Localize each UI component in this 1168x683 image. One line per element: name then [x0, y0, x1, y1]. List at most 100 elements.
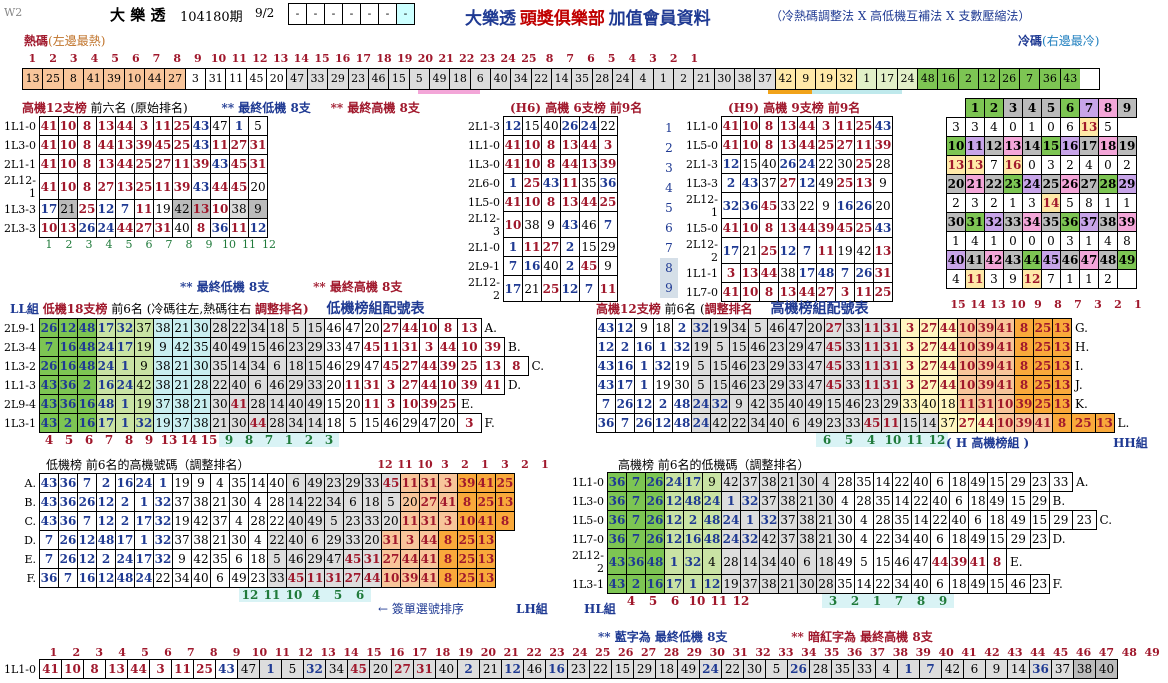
hh-title-main: 高機12支榜 — [596, 302, 661, 316]
hot-cell: 33 — [307, 69, 329, 89]
rank-label: 2 — [49, 52, 57, 65]
hl-colnums: 4 5 6 10 11 12 3 2 1 7 8 9 — [620, 594, 1120, 608]
table-row: 43 12 9 18 2 32 19 34 5 46 47 20 27 33 11 31 3 27 44 10 39 41… — [596, 318, 1138, 338]
table-cell: 32 — [672, 337, 692, 357]
grid-cell: 22 — [984, 174, 1004, 194]
table-cell: 30 — [797, 574, 817, 594]
table-cell: 22 — [267, 511, 287, 531]
table-cell: 11 — [957, 394, 977, 414]
rank-label: 12 — [377, 458, 393, 471]
table-cell: 36 — [607, 472, 627, 492]
table-cell: 18 — [286, 356, 306, 376]
strip-cell: 25 — [193, 659, 216, 679]
strip-cell: 1 — [897, 659, 920, 679]
grid-cell: 29 — [1117, 174, 1137, 194]
rank-label: 35 — [824, 646, 840, 659]
rank-label: 27 — [640, 646, 657, 659]
row-label: 1L3-0 — [571, 494, 604, 508]
strip-cell: 22 — [721, 659, 744, 679]
table-cell: 4 — [210, 473, 230, 493]
row-label: D. — [24, 533, 36, 547]
table-cell: 18 — [938, 394, 958, 414]
table-row: 2L12-3 10 38 9 43 46 7 — [466, 211, 618, 238]
data-table: 1L1-0 36 7 26 24 17 9 42 37 38 21 30 4 28 35 14 22 40 6 18 4… — [570, 472, 1120, 594]
table-cell: 45 — [343, 549, 363, 569]
table-cell: 3 — [419, 337, 439, 357]
hot-cell: 29 — [328, 69, 349, 89]
data-table: 43 12 9 18 2 32 19 34 5 46 47 20 27 33 11 31 3 27 44 10 39 41… — [596, 318, 1138, 433]
table-cell: 1 — [229, 116, 249, 136]
table-cell: 42 — [191, 549, 211, 569]
table-cell: 12 — [797, 173, 817, 193]
rank-label: 7 — [186, 646, 195, 659]
row-label: B. — [24, 495, 36, 509]
table-cell: 32 — [710, 394, 730, 414]
table-cell: 25 — [835, 173, 855, 193]
cold-cell: 42 — [775, 69, 797, 89]
table-cell: 5 — [691, 356, 711, 376]
table-cell: 40 — [172, 218, 192, 238]
column-number: 10 — [688, 594, 706, 608]
table-cell: 42 — [191, 511, 211, 531]
grid-cell: 33 — [1003, 212, 1023, 232]
grid-cell: 34 — [1022, 212, 1042, 232]
table-cell: 5 — [710, 337, 730, 357]
table-cell: 36 — [607, 529, 627, 549]
hot-cell: 35 — [572, 69, 593, 89]
table-cell: 7 — [503, 256, 523, 276]
grid-cell: 10 — [946, 136, 966, 156]
table-cell: 2 — [721, 173, 741, 193]
table-cell: 38 — [153, 375, 173, 395]
column-number: 4 — [626, 594, 636, 608]
table-cell: 13 — [560, 135, 580, 155]
table-cell: 14 — [892, 491, 912, 511]
grid-cell: 0 — [1003, 117, 1023, 137]
strip-cell: 4 — [875, 659, 898, 679]
table-cell: 41 — [229, 394, 249, 414]
grid-cell: 0 — [1003, 231, 1023, 251]
table-cell: 11 — [560, 173, 580, 193]
table-cell: 28 — [267, 413, 287, 433]
table-cell: 31 — [419, 511, 439, 531]
table-cell: 27 — [96, 173, 116, 200]
table-cell: 24 — [96, 337, 116, 357]
table-row: 1L3-0 36 7 26 12 48 24 1 32 37 38 21 30 4 28 35 14 22 40 6 1… — [570, 491, 1120, 511]
table-cell: 47 — [805, 375, 825, 395]
table-cell: 3 — [438, 511, 458, 531]
rank-label: 34 — [801, 646, 817, 659]
table-cell: 3 — [457, 413, 482, 433]
hot-cell: 5 — [409, 69, 430, 89]
table-cell: 43 — [39, 413, 59, 433]
table-cell: 31 — [324, 568, 344, 588]
table-cell: 36 — [58, 473, 78, 493]
table-cell: 6 — [343, 492, 363, 512]
table-cell: 6 — [797, 548, 817, 575]
table-cell: 48 — [96, 530, 116, 550]
table-cell: 44 — [115, 116, 135, 136]
hot-cell: 28 — [592, 69, 613, 89]
table-cell: 43 — [560, 211, 580, 238]
table-cell: 18 — [653, 318, 673, 338]
table-cell: 25 — [1033, 356, 1053, 376]
table-cell: 44 — [419, 530, 439, 550]
table-cell: 8 — [1014, 318, 1034, 338]
table-cell: 15 — [522, 116, 542, 136]
table-cell: 22 — [305, 492, 325, 512]
table-cell: 24 — [691, 413, 711, 433]
row-label: 2L3-3 — [3, 221, 36, 235]
table-cell: 33 — [343, 530, 363, 550]
table-cell: 25 — [1071, 413, 1096, 433]
table-cell: 14 — [873, 472, 893, 492]
table-cell: 8 — [987, 548, 1007, 575]
table-cell: 5 — [748, 318, 768, 338]
column-number: 12 — [262, 238, 276, 251]
table-cell: 5 — [381, 492, 401, 512]
table-cell: 44 — [938, 337, 958, 357]
table-cell: 8 — [438, 568, 458, 588]
table-cell: 3 — [900, 318, 920, 338]
table-cell: 37 — [210, 511, 230, 531]
table-cell: 9 — [191, 473, 211, 493]
table-cell: 7 — [58, 568, 78, 588]
grid-row: 123456789 — [947, 98, 1137, 118]
grid-cell: 17 — [1079, 136, 1099, 156]
